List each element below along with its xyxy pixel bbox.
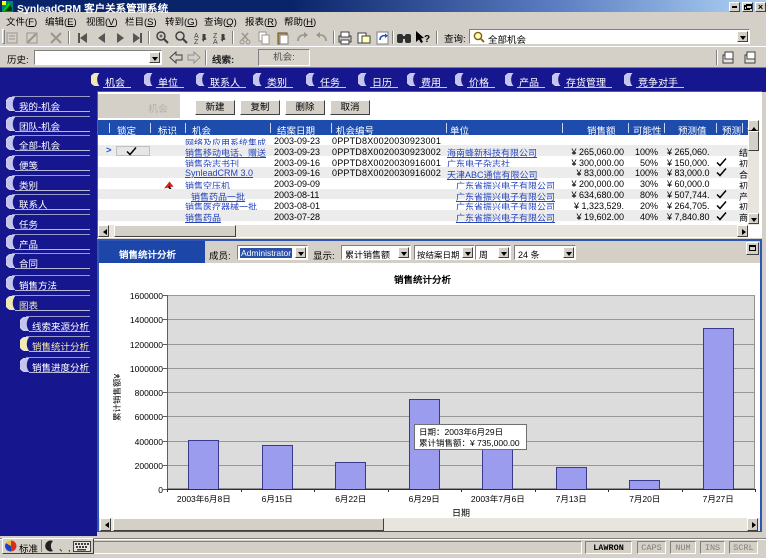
svg-text:?: ? bbox=[424, 34, 430, 45]
svg-text:A: A bbox=[213, 39, 218, 45]
svg-text:Z: Z bbox=[194, 39, 199, 45]
